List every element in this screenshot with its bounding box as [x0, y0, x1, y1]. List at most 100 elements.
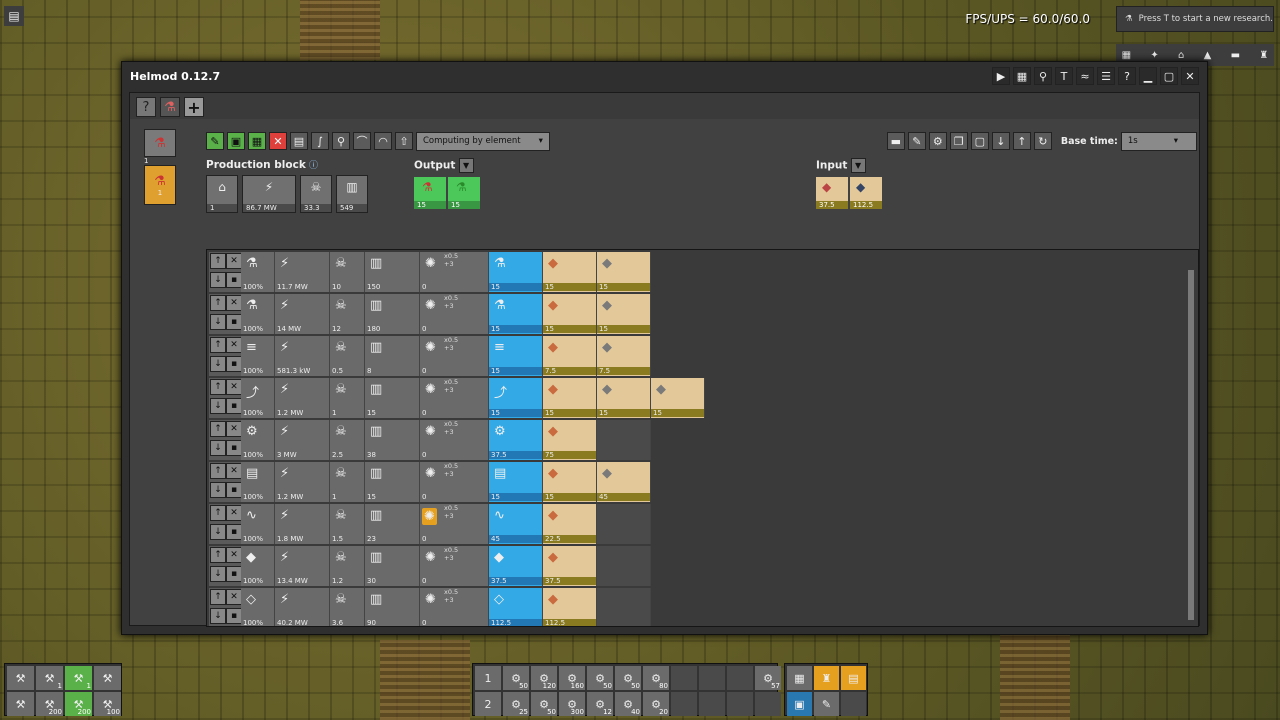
hotbar-slot[interactable]: ⚒ 200 [65, 692, 92, 716]
factory-icon[interactable]: ▣ [227, 132, 245, 150]
remove-icon[interactable]: ✕ [226, 421, 242, 437]
factory-cell[interactable]: ▥ 549 [336, 175, 368, 213]
hotbar-slot[interactable]: ⚙ 20 [643, 692, 669, 716]
pollution-cell[interactable]: ☠ 2.5 [330, 420, 365, 460]
beacon-cell[interactable]: ✺ x0.5 +3 0 [420, 462, 489, 502]
factory-cell[interactable]: ▥ 30 [365, 546, 420, 586]
move-up-icon[interactable]: ↑ [210, 505, 226, 521]
pollution-cell[interactable]: ☠ 12 [330, 294, 365, 334]
move-down-icon[interactable]: ↓ [210, 272, 226, 288]
pollution-cell[interactable]: ☠ 1 [330, 462, 365, 502]
window-titlebar[interactable]: Helmod 0.12.7 ▶ ▦ ⚲ T ≈ ☰ ? ▁ ▢ ✕ [122, 62, 1207, 90]
lock-icon[interactable]: ▪ [226, 440, 242, 456]
move-up-icon[interactable]: ↑ [210, 589, 226, 605]
hotbar-slot[interactable]: ⚙ 120 [531, 666, 557, 690]
help-icon[interactable]: ? [1118, 67, 1136, 85]
recipe-cell[interactable]: ⚗ 100% [241, 252, 275, 292]
remove-icon[interactable]: ✕ [226, 379, 242, 395]
hotbar-slot[interactable]: ⚒ [7, 666, 34, 690]
pin-icon[interactable]: ⚲ [332, 132, 350, 150]
ingredient-cell[interactable]: ◆ 45 [597, 462, 651, 502]
factory-cell[interactable]: ▥ 23 [365, 504, 420, 544]
hotbar-slot[interactable] [727, 692, 753, 716]
ingredient-cell[interactable]: ◆ 37.5 [543, 546, 597, 586]
power-cell[interactable]: ⚡ 1.2 MW [275, 462, 330, 502]
hotbar-slot[interactable] [699, 666, 725, 690]
hotbar-slot[interactable]: ⚙ 50 [503, 666, 529, 690]
recipe-cell[interactable]: ⤴ 100% [241, 378, 275, 418]
power-cell[interactable]: ⚡ 3 MW [275, 420, 330, 460]
beacon-cell[interactable]: ✺ x0.5 +3 0 [420, 504, 489, 544]
factory-cell[interactable]: ▥ 180 [365, 294, 420, 334]
play-icon[interactable]: ▶ [992, 67, 1010, 85]
tool-icon[interactable]: ▦ [1122, 50, 1131, 61]
ingredient-cell[interactable]: ◆ 112.5 [543, 588, 597, 626]
hotbar-slot[interactable]: ⚙ 300 [559, 692, 585, 716]
power-cell[interactable]: ⚡ 1.8 MW [275, 504, 330, 544]
move-up-icon[interactable]: ↑ [210, 295, 226, 311]
ingredient-cell[interactable]: ◆ 15 [543, 462, 597, 502]
power-cell[interactable]: ⚡ 40.2 MW [275, 588, 330, 626]
hotbar-slot[interactable]: ⚙ 160 [559, 666, 585, 690]
recipe-cell[interactable]: ∿ 100% [241, 504, 275, 544]
recipe-cell[interactable]: ▤ 100% [241, 462, 275, 502]
move-down-icon[interactable]: ↓ [210, 440, 226, 456]
hotbar-slot[interactable]: ⚒ 1 [65, 666, 92, 690]
recipe-cell[interactable]: ≡ 100% [241, 336, 275, 376]
paste-icon[interactable]: ▢ [970, 132, 989, 150]
beacon-cell[interactable]: ✺ x0.5 +3 0 [420, 546, 489, 586]
power-cell[interactable]: ⚡ 13.4 MW [275, 546, 330, 586]
product-cell[interactable]: ◆ 37.5 [489, 546, 543, 586]
remove-icon[interactable]: ✕ [226, 547, 242, 563]
lock-icon[interactable]: ▪ [226, 524, 242, 540]
delete-icon[interactable]: ✕ [269, 132, 287, 150]
ingredient-cell[interactable]: ◆ 15 [597, 378, 651, 418]
pollution-cell[interactable]: ☠ 1 [330, 378, 365, 418]
block-item-selected[interactable]: ⚗ 1 [144, 165, 176, 205]
upload-icon[interactable]: ↑ [1012, 132, 1031, 150]
recipe-cell[interactable]: ⚗ 100% [241, 294, 275, 334]
move-down-icon[interactable]: ↓ [210, 608, 226, 624]
maximize-icon[interactable]: ▢ [1160, 67, 1178, 85]
menu-icon[interactable]: ▤ [4, 6, 24, 26]
truck-icon[interactable]: ▬ [886, 132, 905, 150]
product-cell[interactable]: ⚗ 15 [489, 252, 543, 292]
move-up-icon[interactable]: ↑ [210, 379, 226, 395]
remove-icon[interactable]: ✕ [226, 505, 242, 521]
graph-icon[interactable]: ✦ [1150, 50, 1158, 61]
computing-mode-dropdown[interactable]: Computing by element ▾ [416, 131, 550, 151]
product-cell[interactable]: ⚙ 37.5 [489, 420, 543, 460]
beacon-cell[interactable]: ✺ x0.5 +3 0 [420, 294, 489, 334]
text-icon[interactable]: T [1055, 67, 1073, 85]
factory-cell[interactable]: ▥ 8 [365, 336, 420, 376]
pollution-cell[interactable]: ☠ 3.6 [330, 588, 365, 626]
block-item[interactable]: ⚗ [144, 129, 176, 157]
move-up-icon[interactable]: ↑ [210, 421, 226, 437]
move-down-icon[interactable]: ↓ [210, 482, 226, 498]
refresh-icon[interactable]: ↻ [1033, 132, 1052, 150]
ingredient-cell[interactable]: ◆ 15 [597, 252, 651, 292]
remove-icon[interactable]: ✕ [226, 337, 242, 353]
move-up-icon[interactable]: ↑ [210, 253, 226, 269]
hotbar-slot[interactable] [671, 666, 697, 690]
hotbar-slot[interactable]: ⚙ 50 [615, 666, 641, 690]
lock-icon[interactable]: ▪ [226, 608, 242, 624]
pollution-cell[interactable]: ☠ 10 [330, 252, 365, 292]
move-down-icon[interactable]: ↓ [210, 524, 226, 540]
info-icon[interactable]: ⓘ [309, 161, 318, 171]
hotbar-slot[interactable]: ⚙ 57 [755, 666, 781, 690]
product-cell[interactable]: ≡ 15 [489, 336, 543, 376]
factory-cell[interactable]: ▥ 90 [365, 588, 420, 626]
upgrade-icon[interactable]: ⇧ [395, 132, 413, 150]
research-notice[interactable]: ⚗ Press T to start a new research. [1116, 6, 1274, 32]
calculator-icon[interactable]: ▤ [841, 666, 866, 690]
power-cell[interactable]: ⚡ 581.3 kW [275, 336, 330, 376]
power-cell[interactable]: ⚡ 14 MW [275, 294, 330, 334]
remove-icon[interactable]: ✕ [226, 253, 242, 269]
product-cell[interactable]: ▤ 15 [489, 462, 543, 502]
add-icon[interactable]: + [184, 97, 204, 117]
filter-icon[interactable]: ▼ [458, 158, 474, 173]
lock-icon[interactable]: ▪ [226, 482, 242, 498]
factory-cell[interactable]: ▥ 38 [365, 420, 420, 460]
recipe-cell[interactable]: ◆ 100% [241, 546, 275, 586]
